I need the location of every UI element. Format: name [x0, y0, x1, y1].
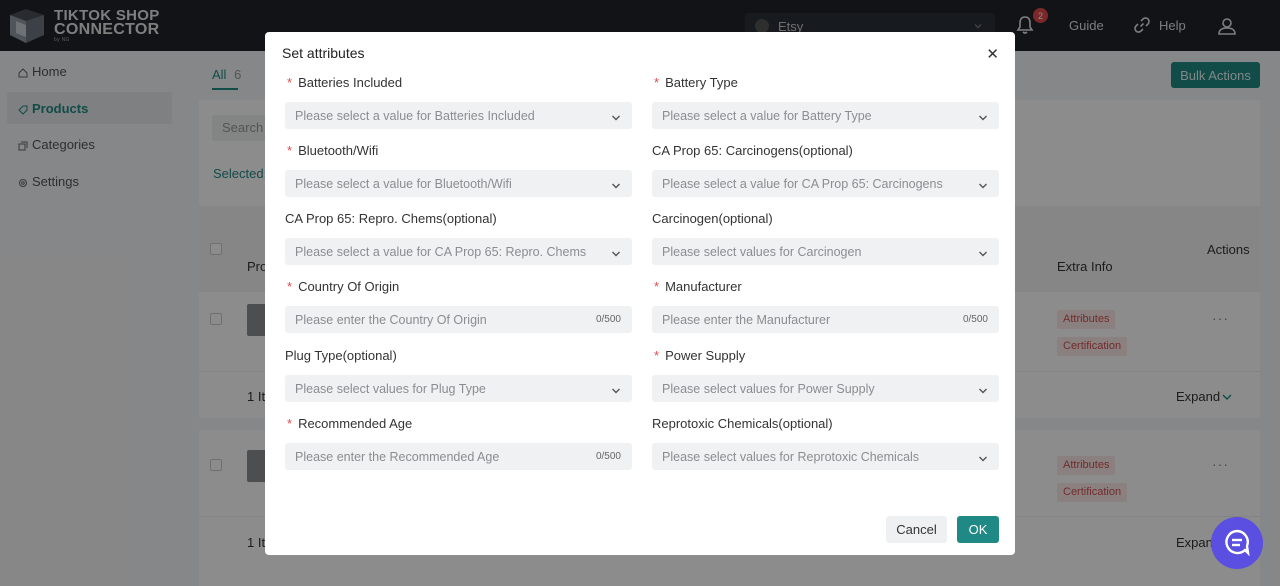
required-marker: *	[287, 74, 293, 90]
chevron-down-icon	[978, 179, 988, 193]
field-battery-type: * Battery Type Please select a value for …	[652, 73, 999, 129]
field-label: CA Prop 65: Repro. Chems(optional)	[285, 210, 497, 226]
ok-button[interactable]: OK	[957, 516, 999, 543]
field-label: Recommended Age	[298, 415, 413, 431]
required-marker: *	[287, 142, 293, 158]
field-label: CA Prop 65: Carcinogens(optional)	[652, 142, 853, 158]
required-marker: *	[654, 74, 660, 90]
chevron-down-icon	[611, 384, 621, 398]
chevron-down-icon	[611, 111, 621, 125]
field-label: Manufacturer	[665, 278, 742, 294]
placeholder: Please select values for Power Supply	[662, 381, 875, 396]
placeholder: Please enter the Recommended Age	[295, 449, 500, 464]
char-counter: 0/500	[595, 451, 621, 462]
field-recommended-age: * Recommended Age Please enter the Recomm…	[285, 414, 632, 470]
carcinogen-select[interactable]: Please select values for Carcinogen	[652, 238, 999, 265]
field-label: Reprotoxic Chemicals(optional)	[652, 415, 833, 431]
field-country-of-origin: * Country Of Origin Please enter the Coun…	[285, 277, 632, 333]
field-label: Power Supply	[665, 347, 746, 363]
placeholder: Please enter the Manufacturer	[662, 312, 831, 327]
char-counter: 0/500	[962, 314, 988, 325]
field-label: Plug Type(optional)	[285, 347, 397, 363]
placeholder: Please select a value for CA Prop 65: Ca…	[662, 176, 943, 191]
chevron-down-icon	[611, 179, 621, 193]
ca-prop65-repro-chems-select[interactable]: Please select a value for CA Prop 65: Re…	[285, 238, 632, 265]
manufacturer-input[interactable]: Please enter the Manufacturer 0/500	[652, 306, 999, 333]
field-carcinogen: Carcinogen(optional) Please select value…	[652, 209, 999, 265]
chevron-down-icon	[978, 247, 988, 261]
cancel-button[interactable]: Cancel	[886, 516, 947, 543]
field-ca-prop65-repro-chems: CA Prop 65: Repro. Chems(optional) Pleas…	[285, 209, 632, 265]
required-marker: *	[287, 278, 293, 294]
chevron-down-icon	[978, 384, 988, 398]
dialog-title: Set attributes	[282, 45, 365, 61]
field-label: Batteries Included	[298, 74, 403, 90]
battery-type-select[interactable]: Please select a value for Battery Type	[652, 102, 999, 129]
placeholder: Please enter the Country Of Origin	[295, 312, 487, 327]
field-label: Country Of Origin	[298, 278, 400, 294]
required-marker: *	[654, 347, 660, 363]
field-reprotoxic-chemicals: Reprotoxic Chemicals(optional) Please se…	[652, 414, 999, 470]
batteries-included-select[interactable]: Please select a value for Batteries Incl…	[285, 102, 632, 129]
field-bluetooth-wifi: * Bluetooth/Wifi Please select a value fo…	[285, 141, 632, 197]
power-supply-select[interactable]: Please select values for Power Supply	[652, 375, 999, 402]
field-manufacturer: * Manufacturer Please enter the Manufactu…	[652, 277, 999, 333]
placeholder: Please select values for Plug Type	[295, 381, 486, 396]
close-icon[interactable]: ✕	[986, 45, 999, 63]
required-marker: *	[287, 415, 293, 431]
plug-type-select[interactable]: Please select values for Plug Type	[285, 375, 632, 402]
chevron-down-icon	[978, 111, 988, 125]
set-attributes-dialog: Set attributes ✕ * Batteries Included Ple…	[265, 32, 1015, 555]
field-label: Bluetooth/Wifi	[298, 142, 379, 158]
placeholder: Please select a value for Bluetooth/Wifi	[295, 176, 512, 191]
field-ca-prop65-carcinogens: CA Prop 65: Carcinogens(optional) Please…	[652, 141, 999, 197]
required-marker: *	[654, 278, 660, 294]
placeholder: Please select a value for Batteries Incl…	[295, 108, 535, 123]
country-of-origin-input[interactable]: Please enter the Country Of Origin 0/500	[285, 306, 632, 333]
placeholder: Please select values for Reprotoxic Chem…	[662, 449, 920, 464]
chat-button[interactable]	[1211, 517, 1263, 569]
field-plug-type: Plug Type(optional) Please select values…	[285, 346, 632, 402]
chat-icon	[1223, 528, 1251, 559]
chevron-down-icon	[978, 452, 988, 466]
chevron-down-icon	[611, 247, 621, 261]
reprotoxic-chemicals-select[interactable]: Please select values for Reprotoxic Chem…	[652, 443, 999, 470]
field-batteries-included: * Batteries Included Please select a valu…	[285, 73, 632, 129]
field-power-supply: * Power Supply Please select values for P…	[652, 346, 999, 402]
field-label: Carcinogen(optional)	[652, 210, 773, 226]
placeholder: Please select values for Carcinogen	[662, 244, 862, 259]
char-counter: 0/500	[595, 314, 621, 325]
field-label: Battery Type	[665, 74, 738, 90]
recommended-age-input[interactable]: Please enter the Recommended Age 0/500	[285, 443, 632, 470]
ca-prop65-carcinogens-select[interactable]: Please select a value for CA Prop 65: Ca…	[652, 170, 999, 197]
bluetooth-wifi-select[interactable]: Please select a value for Bluetooth/Wifi	[285, 170, 632, 197]
placeholder: Please select a value for Battery Type	[662, 108, 872, 123]
placeholder: Please select a value for CA Prop 65: Re…	[295, 244, 587, 259]
